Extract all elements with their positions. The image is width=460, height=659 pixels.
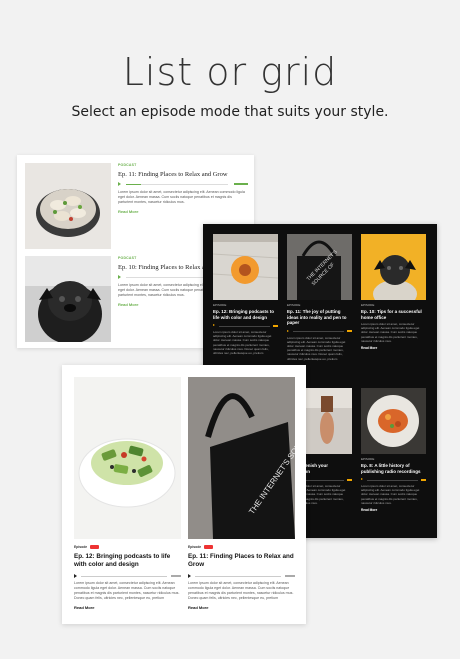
play-icon[interactable]: [118, 275, 121, 279]
audio-player[interactable]: [118, 182, 248, 188]
tote-bag-image: THE INTERNET'S SOURCE OF: [287, 234, 352, 300]
volume-icon[interactable]: [421, 478, 426, 481]
grid-item[interactable]: THE INTERNET'S SOURCE OF Episode Ep. 11:…: [287, 234, 352, 361]
progress-bar[interactable]: [195, 576, 281, 577]
volume-slider[interactable]: [171, 575, 181, 577]
status-badge: [204, 545, 213, 549]
audio-player[interactable]: [188, 574, 295, 579]
pug-photo-image: [25, 256, 111, 342]
white-grid-layout-preview[interactable]: Episode Ep. 12: Bringing podcasts to lif…: [62, 365, 306, 624]
grid-item[interactable]: Episode Ep. 12: Bringing podcasts to lif…: [74, 377, 181, 610]
episode-title[interactable]: Ep. 11: The joy of putting ideas into re…: [287, 309, 352, 326]
play-icon[interactable]: [213, 324, 215, 326]
progress-bar[interactable]: [293, 331, 344, 332]
episode-meta: Episode: [188, 545, 295, 550]
play-icon[interactable]: [361, 478, 363, 480]
progress-bar[interactable]: [219, 325, 270, 327]
episode-description: Lorem ipsum dolor sit amet, consectetur …: [287, 335, 346, 361]
read-more-link[interactable]: Read More: [361, 508, 426, 512]
episode-description: Lorem ipsum dolor sit amet, consectetur …: [361, 484, 420, 505]
volume-slider[interactable]: [234, 183, 248, 185]
episode-description: Lorem ipsum dolor sit amet, consectetur …: [213, 330, 272, 356]
episode-title[interactable]: Ep. 11: Finding Places to Relax and Grow: [118, 171, 248, 178]
audio-player[interactable]: [213, 324, 278, 328]
episode-tag: Episode: [361, 303, 375, 307]
salad-bowl-image: [74, 377, 181, 539]
page-subtitle: Select an episode mode that suits your s…: [71, 104, 389, 120]
episode-tag: Episode: [188, 545, 202, 549]
episode-tag: Episode: [213, 303, 227, 307]
play-icon[interactable]: [74, 574, 77, 578]
volume-icon[interactable]: [347, 330, 352, 332]
read-more-link[interactable]: Read More: [74, 605, 181, 610]
status-badge: [90, 545, 99, 549]
play-icon[interactable]: [118, 182, 121, 186]
episode-title[interactable]: Ep. 12: Bringing podcasts to life with c…: [213, 309, 278, 320]
grid-item[interactable]: Episode Ep. 8: A little history of publi…: [361, 388, 426, 512]
progress-bar[interactable]: [367, 479, 418, 481]
episode-title[interactable]: Ep. 12: Bringing podcasts to life with c…: [74, 553, 181, 569]
grid-item[interactable]: Episode Ep. 12: Bringing podcasts to lif…: [213, 234, 278, 355]
food-plate-image: [361, 388, 426, 454]
episode-tag: Episode: [287, 303, 301, 307]
episode-description: Lorem ipsum dolor sit amet, consectetur …: [361, 322, 420, 343]
volume-icon[interactable]: [347, 478, 352, 481]
volume-slider[interactable]: [285, 575, 295, 577]
episode-meta: Episode: [74, 545, 181, 550]
episode-tag: Podcast: [118, 163, 137, 167]
read-more-link[interactable]: Read More: [188, 605, 295, 610]
episode-title[interactable]: Ep. 8: A little history of publishing ra…: [361, 463, 426, 474]
episode-description: Lorem ipsum dolor sit amet, consectetur …: [118, 190, 245, 204]
grid-item[interactable]: THE INTERNET'S SOURCE OF IMAGES. Episode…: [188, 377, 295, 610]
read-more-link[interactable]: Read More: [118, 209, 248, 214]
grid-item[interactable]: Episode Ep. 10: Tips for a successful ho…: [361, 234, 426, 350]
pug-yellow-image: [361, 234, 426, 300]
episode-tag: Episode: [361, 457, 375, 461]
audio-player[interactable]: [287, 329, 352, 334]
tote-bag-image: THE INTERNET'S SOURCE OF IMAGES.: [188, 377, 295, 539]
episode-title[interactable]: Ep. 11: Finding Places to Relax and Grow: [188, 553, 295, 569]
progress-bar[interactable]: [126, 184, 228, 185]
play-icon[interactable]: [188, 574, 191, 578]
progress-bar[interactable]: [81, 576, 167, 577]
episode-tag: Episode: [74, 545, 88, 549]
audio-player[interactable]: [74, 574, 181, 579]
read-more-link[interactable]: Read More: [361, 346, 426, 350]
dumplings-bowl-image: [25, 163, 111, 249]
peach-image: [213, 234, 278, 300]
volume-icon[interactable]: [273, 324, 278, 327]
audio-player[interactable]: [361, 478, 426, 482]
page-title: List or grid: [122, 50, 338, 94]
play-icon[interactable]: [287, 329, 289, 332]
episode-description: Lorem ipsum dolor sit amet, consectetur …: [188, 581, 294, 600]
episode-title[interactable]: Ep. 10: Tips for a successful home offic…: [361, 309, 426, 320]
episode-description: Lorem ipsum dolor sit amet, consectetur …: [74, 581, 180, 600]
